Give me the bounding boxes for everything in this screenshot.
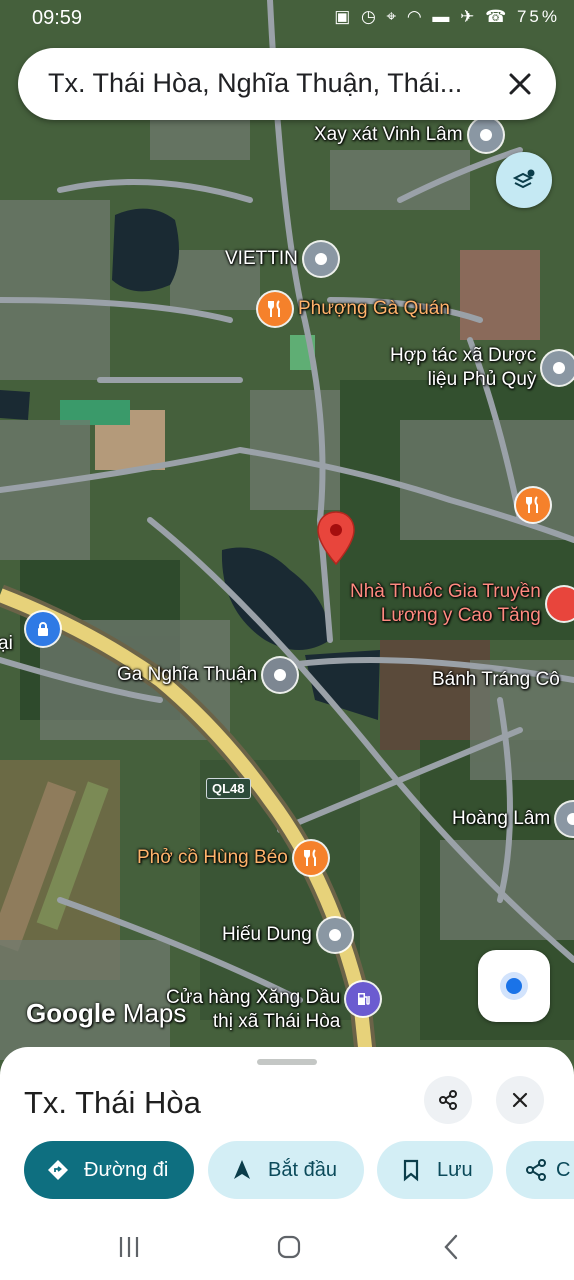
poi-left-edge[interactable]: ại [0,612,60,654]
poi-label: Ga Nghĩa Thuận [117,664,258,685]
restaurant-icon [293,841,328,875]
poi-hieu-dung[interactable]: Hiếu Dung [222,918,352,952]
search-query[interactable]: Tx. Thái Hòa, Nghĩa Thuận, Thái... [48,68,488,99]
map-pin-icon [317,511,355,566]
gas-station-icon [346,982,381,1016]
share-icon [526,1159,546,1181]
poi-label: Hoàng Lâm [452,808,551,829]
poi-label: VIETTIN [225,248,298,269]
navigation-arrow-icon [234,1160,250,1179]
status-time: 09:59 [32,7,83,29]
bookmark-icon [403,1159,419,1182]
pharmacy-icon [546,587,574,621]
share-chip[interactable]: C [506,1141,574,1199]
google-maps-logo: Google Maps [26,998,187,1028]
layers-button[interactable] [496,152,552,208]
restaurant-icon [516,488,550,522]
start-button[interactable]: Bắt đầu [208,1141,364,1199]
search-bar[interactable]: Tx. Thái Hòa, Nghĩa Thuận, Thái... [18,48,556,120]
poi-label: Cửa hàng Xăng Dầu [166,987,341,1008]
poi-label: Xay xát Vinh Lâm [314,124,463,145]
satellite-imagery [0,0,574,1075]
poi-label: liệu Phủ Quỳ [427,369,537,390]
poi-label: Hiếu Dung [222,924,312,945]
poi-label: Phở cồ Hùng Béo [137,847,288,868]
poi-label: thị xã Thái Hòa [212,1011,341,1032]
drag-handle[interactable] [257,1059,317,1065]
directions-label: Đường đi [84,1158,169,1181]
map-view[interactable]: QL48 Xay xát Vinh Lâm VIETTIN Phượng Gà … [0,0,574,1075]
location-dot-icon [506,978,522,994]
poi-cua-hang-xang-dau[interactable]: Cửa hàng Xăng Dầu thị xã Thái Hòa [166,982,381,1034]
place-title: Tx. Thái Hòa [24,1085,201,1120]
poi-phuong-ga-quan[interactable]: Phượng Gà Quán [258,292,450,326]
poi-viettin[interactable]: VIETTIN [225,242,338,276]
pin-icon [317,918,352,952]
pin-icon [542,351,574,385]
back-button[interactable] [434,1230,468,1264]
poi-label: Hợp tác xã Dược [390,345,537,366]
restaurant-icon [258,292,292,326]
status-icons: ▣ ◷ ⌖ ◠ ▬ ✈ ☎ 75% [334,7,560,26]
share-button[interactable] [424,1076,472,1124]
poi-label: Phượng Gà Quán [298,298,450,319]
my-location-button[interactable] [478,950,550,1022]
train-icon [263,658,298,692]
poi-nha-thuoc[interactable]: Nhà Thuốc Gia Truyền Lương y Cao Tăng [350,580,574,628]
poi-ga-nghia-thuan[interactable]: Ga Nghĩa Thuận [117,658,298,692]
close-icon[interactable] [500,64,540,104]
poi-pho-co[interactable]: Phở cồ Hùng Béo [137,841,328,875]
directions-icon [48,1160,68,1180]
back-icon [444,1234,458,1260]
close-sheet-button[interactable] [496,1076,544,1124]
poi-label: Lương y Cao Tăng [380,605,541,626]
poi-hop-tac-xa[interactable]: Hợp tác xã Dược liệu Phủ Quỳ [390,344,574,392]
road-badge: QL48 [206,778,251,799]
start-label: Bắt đầu [268,1158,337,1181]
directions-button[interactable]: Đường đi [24,1141,194,1199]
poi-label: Bánh Tráng Cô [432,669,560,690]
system-nav-bar [0,1212,574,1280]
pin-icon [303,242,338,276]
home-button[interactable] [272,1230,306,1264]
save-button[interactable]: Lưu [377,1141,493,1199]
status-bar: 09:59 ▣ ◷ ⌖ ◠ ▬ ✈ ☎ 75% [0,0,574,38]
layers-icon [512,169,535,189]
poi-hoang-lam[interactable]: Hoàng Lâm [452,802,574,836]
share-icon [439,1090,457,1110]
recent-apps-button[interactable] [112,1230,146,1264]
poi-banh-trang[interactable]: Bánh Tráng Cô [432,668,560,692]
close-icon [512,1092,528,1108]
save-label: Lưu [437,1158,473,1181]
pin-icon [556,802,574,836]
poi-label: ại [0,633,13,654]
home-icon [277,1235,301,1259]
recents-icon [119,1237,139,1257]
selected-location-marker[interactable] [316,510,356,571]
poi-label: Nhà Thuốc Gia Truyền [350,581,541,602]
lock-icon [26,612,60,646]
pin-icon [468,118,503,152]
share-chip-label: C [556,1158,571,1181]
poi-xay-xat-vinh-lam[interactable]: Xay xát Vinh Lâm [314,118,503,152]
poi-restaurant[interactable] [516,488,550,522]
